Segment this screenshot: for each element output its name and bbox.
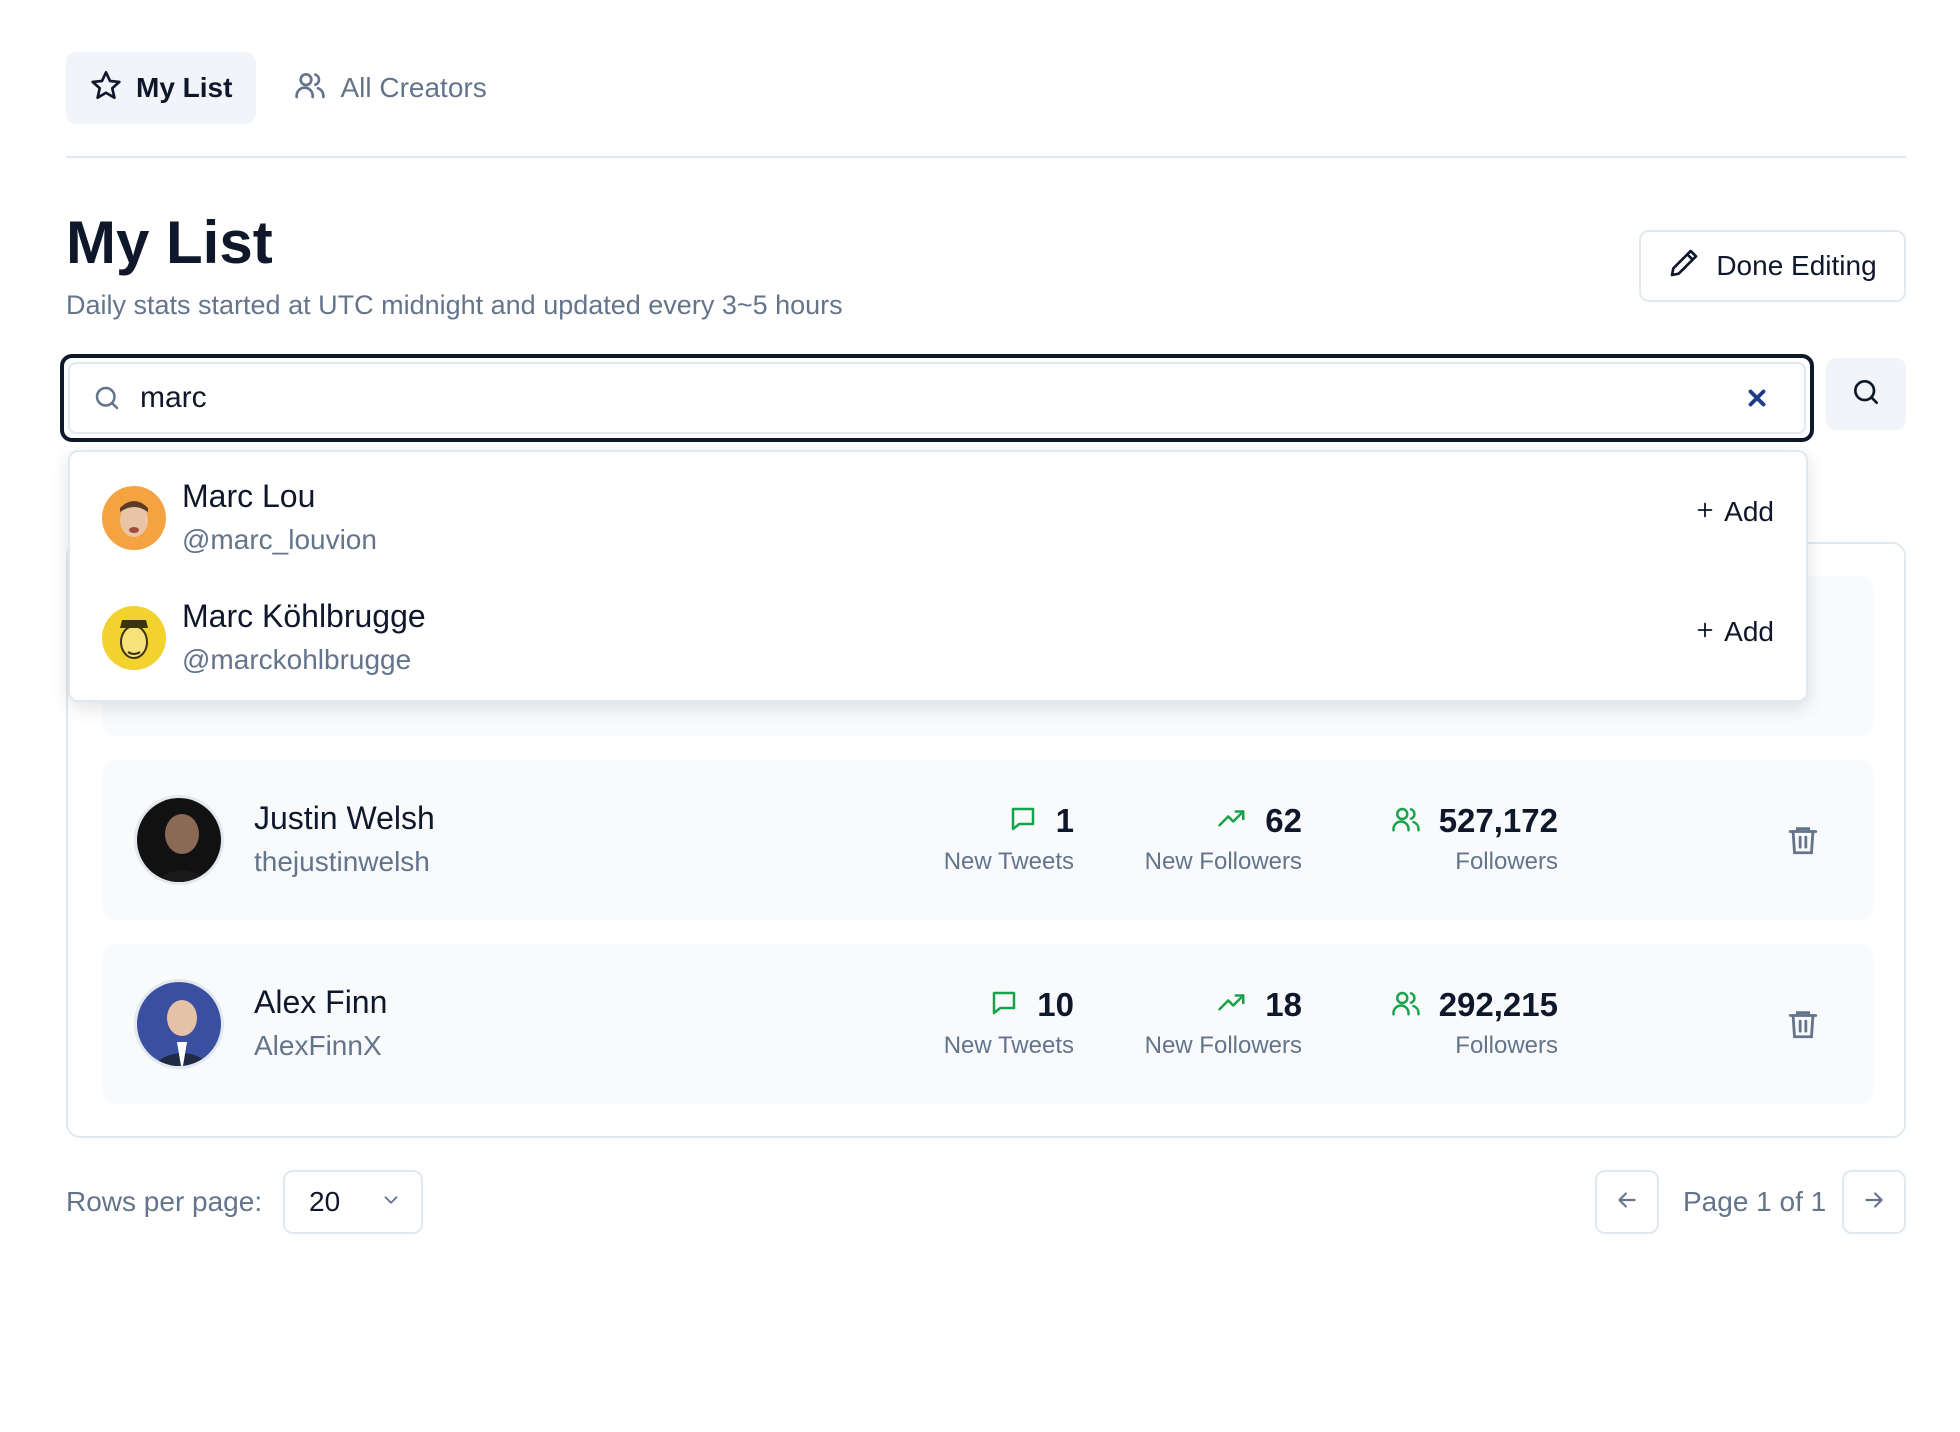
trash-icon[interactable] [1786,822,1820,858]
creator-name: Alex Finn [254,984,388,1020]
plus-icon [1694,496,1716,528]
suggestion-item[interactable]: Marc Köhlbrugge @marckohlbrugge Add [70,572,1806,690]
search-icon [92,383,122,413]
page-title: My List [66,209,273,276]
chevron-down-icon [380,1186,402,1218]
new-followers-value: 18 [1265,986,1302,1023]
users-icon [294,69,326,108]
search-button[interactable] [1826,358,1906,430]
arrow-right-icon [1861,1187,1887,1218]
search-field [68,362,1806,434]
new-tweets-stat: 10 New Tweets [874,986,1074,1060]
message-icon [1008,804,1038,839]
new-followers-label: New Followers [1144,1032,1302,1059]
search-box [60,354,1814,442]
search-icon [1850,376,1882,413]
trending-up-icon [1217,804,1247,839]
previous-page-button[interactable] [1595,1170,1659,1234]
trending-up-icon [1217,988,1247,1023]
users-icon [1391,804,1421,839]
tab-my-list[interactable]: My List [66,52,257,124]
next-page-button[interactable] [1842,1170,1906,1234]
rows-per-page-value: 20 [309,1186,341,1217]
new-tweets-value: 1 [1055,802,1074,839]
tab-bar: My List All Creators [66,52,511,124]
suggestion-item[interactable]: Marc Lou @marc_louvion Add [70,452,1806,570]
creator-handle: thejustinwelsh [254,846,430,877]
new-tweets-label: New Tweets [943,848,1074,875]
new-tweets-stat: 1 New Tweets [874,802,1074,876]
divider [66,156,1906,158]
followers-stat: 292,215 Followers [1358,986,1558,1060]
creator-handle: AlexFinnX [254,1030,382,1061]
page-subtitle: Daily stats started at UTC midnight and … [66,290,843,320]
add-label: Add [1724,616,1774,647]
table-row: Justin Welsh thejustinwelsh 1 New Tweets… [102,760,1874,920]
suggestion-handle: @marckohlbrugge [182,644,412,675]
avatar [102,606,166,670]
message-icon [989,988,1019,1023]
tab-all-creators[interactable]: All Creators [270,52,510,124]
arrow-left-icon [1614,1187,1640,1218]
clear-search-icon[interactable] [1740,381,1774,415]
star-icon [90,69,122,108]
page-info: Page 1 of 1 [1683,1186,1827,1217]
new-followers-stat: 62 New Followers [1102,802,1302,876]
followers-label: Followers [1455,848,1558,875]
followers-stat: 527,172 Followers [1358,802,1558,876]
suggestion-name: Marc Köhlbrugge [182,598,426,634]
table-row: Alex Finn AlexFinnX 10 New Tweets 18 New… [102,944,1874,1104]
add-button[interactable]: Add [1694,496,1774,528]
avatar [134,979,224,1069]
new-followers-label: New Followers [1144,848,1302,875]
followers-value: 527,172 [1438,802,1558,839]
add-label: Add [1724,496,1774,527]
followers-value: 292,215 [1438,986,1558,1023]
suggestion-name: Marc Lou [182,478,316,514]
new-tweets-value: 10 [1037,986,1074,1023]
suggestion-handle: @marc_louvion [182,524,377,555]
rows-per-page-select[interactable]: 20 [283,1170,423,1234]
users-icon [1391,988,1421,1023]
rows-per-page-label: Rows per page: [66,1186,263,1217]
new-tweets-label: New Tweets [943,1032,1074,1059]
plus-icon [1694,616,1716,648]
new-followers-value: 62 [1265,802,1302,839]
avatar [102,486,166,550]
avatar [134,795,224,885]
done-editing-label: Done Editing [1716,250,1877,281]
tab-label: All Creators [340,72,487,103]
trash-icon[interactable] [1786,1006,1820,1042]
add-button[interactable]: Add [1694,616,1774,648]
followers-label: Followers [1455,1032,1558,1059]
done-editing-button[interactable]: Done Editing [1639,230,1906,302]
search-suggestions: Marc Lou @marc_louvion Add Marc Köhlbrug… [68,450,1808,702]
new-followers-stat: 18 New Followers [1102,986,1302,1060]
pencil-icon [1668,247,1700,286]
creator-name: Justin Welsh [254,800,435,836]
search-input[interactable] [140,381,1740,415]
tab-label: My List [136,72,233,103]
